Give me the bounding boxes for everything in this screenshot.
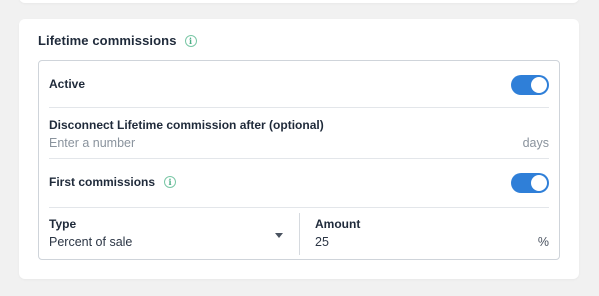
section-header: Lifetime commissions i xyxy=(38,33,197,48)
active-toggle[interactable] xyxy=(511,75,549,95)
section-title: Lifetime commissions xyxy=(38,33,177,48)
days-unit: days xyxy=(522,136,549,150)
type-select[interactable]: Type Percent of sale xyxy=(49,217,299,253)
divider xyxy=(49,158,549,159)
info-icon[interactable]: i xyxy=(164,176,177,188)
active-row: Active xyxy=(49,73,549,97)
first-commissions-toggle[interactable] xyxy=(511,173,549,193)
column-divider xyxy=(299,213,300,255)
amount-input[interactable]: 25 xyxy=(315,235,329,249)
caret-down-icon[interactable] xyxy=(275,233,283,238)
amount-field[interactable]: Amount 25 % xyxy=(315,217,549,253)
toggle-knob xyxy=(531,175,547,191)
disconnect-input[interactable]: Enter a number xyxy=(49,136,135,150)
disconnect-row: Disconnect Lifetime commission after (op… xyxy=(49,116,549,154)
info-icon[interactable]: i xyxy=(184,34,197,47)
amount-label: Amount xyxy=(315,217,361,231)
percent-unit: % xyxy=(537,235,549,249)
first-commissions-label-group: First commissions i xyxy=(49,175,177,189)
previous-card xyxy=(19,0,579,3)
type-selected-value: Percent of sale xyxy=(49,235,133,249)
divider xyxy=(49,107,549,108)
first-commissions-label: First commissions xyxy=(49,175,156,189)
disconnect-label: Disconnect Lifetime commission after (op… xyxy=(49,118,324,132)
settings-panel: Active Disconnect Lifetime commission af… xyxy=(38,60,560,260)
type-label: Type xyxy=(49,217,77,231)
first-commissions-row: First commissions i xyxy=(49,171,549,195)
active-label: Active xyxy=(49,77,86,91)
toggle-knob xyxy=(531,77,547,93)
lifetime-commissions-card: Lifetime commissions i Active Disconnect… xyxy=(19,19,579,279)
divider xyxy=(49,207,549,208)
